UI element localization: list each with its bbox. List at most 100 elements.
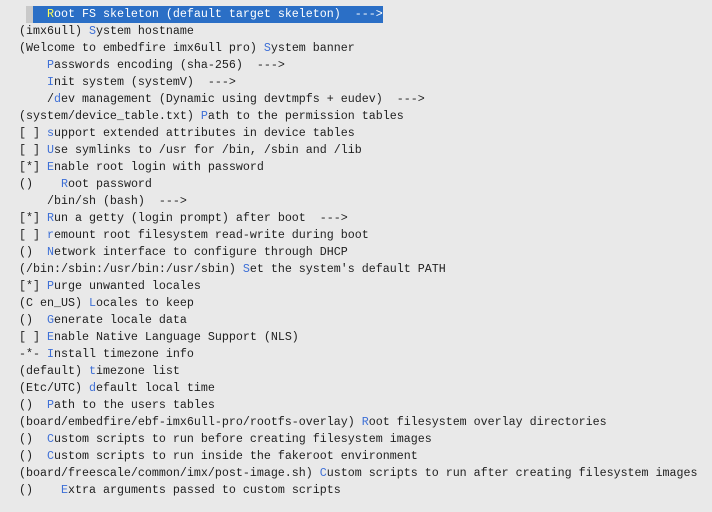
menu-item-label-rest: nstall timezone info bbox=[53, 347, 194, 361]
menu-item-text: [ ] Enable Native Language Support (NLS) bbox=[19, 330, 299, 344]
menu-item-hotkey: P bbox=[46, 398, 54, 412]
menu-item-text: (Welcome to embedfire imx6ull pro) Syste… bbox=[19, 41, 355, 55]
menu-item-label-rest: ev management (Dynamic using devtmpfs + … bbox=[60, 92, 425, 106]
menu-item[interactable]: Init system (systemV) ---> bbox=[19, 74, 698, 91]
menu-item[interactable]: (Etc/UTC) default local time bbox=[19, 380, 698, 397]
menu-item-text: () Generate locale data bbox=[19, 313, 187, 327]
menu-item-label-rest: ustom scripts to run inside the fakeroot… bbox=[53, 449, 418, 463]
menu-item[interactable]: () Generate locale data bbox=[19, 312, 698, 329]
menu-item-hotkey: N bbox=[46, 245, 54, 259]
menu-item[interactable]: (default) timezone list bbox=[19, 363, 698, 380]
menu-item-text: (imx6ull) System hostname bbox=[19, 24, 194, 38]
menu-item[interactable]: [ ] Use symlinks to /usr for /bin, /sbin… bbox=[19, 142, 698, 159]
menu-item-label-pre: [ ] bbox=[19, 330, 47, 344]
menu-item-text: (C en_US) Locales to keep bbox=[19, 296, 194, 310]
menu-item-hotkey: r bbox=[46, 228, 54, 242]
menu-item-text: (default) timezone list bbox=[19, 364, 180, 378]
menu-item-label-pre bbox=[19, 7, 47, 21]
menu-item-label-pre: () bbox=[19, 177, 61, 191]
menu-item-hotkey: P bbox=[200, 109, 208, 123]
menu-item-hotkey: E bbox=[46, 160, 54, 174]
menu-item-label-pre: () bbox=[19, 449, 47, 463]
menu-item[interactable]: (board/embedfire/ebf-imx6ull-pro/rootfs-… bbox=[19, 414, 698, 431]
menu-item-label-pre bbox=[19, 75, 47, 89]
menu-item[interactable]: [*] Purge unwanted locales bbox=[19, 278, 698, 295]
menuconfig-list: Root FS skeleton (default target skeleto… bbox=[19, 6, 698, 499]
menu-item-hotkey: R bbox=[46, 211, 54, 225]
menu-item[interactable]: () Path to the users tables bbox=[19, 397, 698, 414]
menu-item-text: Root FS skeleton (default target skeleto… bbox=[19, 7, 383, 21]
menu-item-label-rest: oot password bbox=[67, 177, 152, 191]
menu-item-label-rest: asswords encoding (sha-256) ---> bbox=[53, 58, 285, 72]
menu-item-label-pre: [ ] bbox=[19, 126, 47, 140]
menu-item-label-rest: un a getty (login prompt) after boot ---… bbox=[53, 211, 348, 225]
menu-item-label-pre: () bbox=[19, 398, 47, 412]
menu-item[interactable]: () Extra arguments passed to custom scri… bbox=[19, 482, 698, 499]
menu-item-text: /bin/sh (bash) ---> bbox=[19, 194, 187, 208]
menu-item-label-rest: imezone list bbox=[95, 364, 180, 378]
menu-item-hotkey: I bbox=[46, 347, 54, 361]
menu-item[interactable]: [ ] remount root filesystem read-write d… bbox=[19, 227, 698, 244]
menu-item-label-rest: emount root filesystem read-write during… bbox=[53, 228, 369, 242]
menu-item[interactable]: [ ] support extended attributes in devic… bbox=[19, 125, 698, 142]
menu-item-label-rest: nable Native Language Support (NLS) bbox=[53, 330, 299, 344]
menu-item-hotkey: I bbox=[46, 75, 54, 89]
menu-item-hotkey: R bbox=[361, 415, 369, 429]
menu-item-hotkey: G bbox=[46, 313, 54, 327]
menu-item-text: [*] Purge unwanted locales bbox=[19, 279, 201, 293]
menu-item[interactable]: Passwords encoding (sha-256) ---> bbox=[19, 57, 698, 74]
menu-item[interactable]: [ ] Enable Native Language Support (NLS) bbox=[19, 329, 698, 346]
menu-item-hotkey: P bbox=[46, 279, 54, 293]
menu-item-label-rest: xtra arguments passed to custom scripts bbox=[67, 483, 341, 497]
menu-item-hotkey: S bbox=[242, 262, 250, 276]
menu-item-label-pre: / bbox=[19, 92, 54, 106]
menu-item-label-rest: ath to the permission tables bbox=[207, 109, 404, 123]
menu-item-text: Passwords encoding (sha-256) ---> bbox=[19, 58, 285, 72]
menu-item[interactable]: () Custom scripts to run inside the fake… bbox=[19, 448, 698, 465]
menu-item[interactable]: (imx6ull) System hostname bbox=[19, 23, 698, 40]
menu-item[interactable]: /bin/sh (bash) ---> bbox=[19, 193, 698, 210]
menu-item-label-pre bbox=[19, 58, 47, 72]
menu-item-text: (system/device_table.txt) Path to the pe… bbox=[19, 109, 404, 123]
menu-item-text: (board/embedfire/ebf-imx6ull-pro/rootfs-… bbox=[19, 415, 607, 429]
menu-item-label-pre: [*] bbox=[19, 211, 47, 225]
menu-item-text: (/bin:/sbin:/usr/bin:/usr/sbin) Set the … bbox=[19, 262, 446, 276]
menu-item-label-rest: nit system (systemV) ---> bbox=[53, 75, 236, 89]
menu-item-label-rest: upport extended attributes in device tab… bbox=[53, 126, 355, 140]
menu-item[interactable]: (system/device_table.txt) Path to the pe… bbox=[19, 108, 698, 125]
menu-item-hotkey: P bbox=[46, 58, 54, 72]
menu-item-label-pre: [ ] bbox=[19, 228, 47, 242]
menu-item[interactable]: [*] Run a getty (login prompt) after boo… bbox=[19, 210, 698, 227]
menu-item[interactable]: (C en_US) Locales to keep bbox=[19, 295, 698, 312]
menu-item[interactable]: -*- Install timezone info bbox=[19, 346, 698, 363]
menu-item[interactable]: () Root password bbox=[19, 176, 698, 193]
menu-item-text: (board/freescale/common/imx/post-image.s… bbox=[19, 466, 698, 480]
menu-item-hotkey: R bbox=[60, 177, 68, 191]
menu-item[interactable]: (/bin:/sbin:/usr/bin:/usr/sbin) Set the … bbox=[19, 261, 698, 278]
menu-item-label-rest: oot FS skeleton (default target skeleton… bbox=[53, 7, 383, 21]
menu-item-hotkey: d bbox=[53, 92, 61, 106]
menu-item-hotkey: d bbox=[88, 381, 96, 395]
menu-item-text: (Etc/UTC) default local time bbox=[19, 381, 215, 395]
menu-item-label-pre: (imx6ull) bbox=[19, 24, 89, 38]
menu-item-hotkey: S bbox=[263, 41, 271, 55]
menu-item[interactable]: () Custom scripts to run before creating… bbox=[19, 431, 698, 448]
menu-item-selected[interactable]: Root FS skeleton (default target skeleto… bbox=[19, 6, 698, 23]
menu-item-hotkey: U bbox=[46, 143, 54, 157]
menu-item[interactable]: /dev management (Dynamic using devtmpfs … bbox=[19, 91, 698, 108]
menu-item-label-pre: (/bin:/sbin:/usr/bin:/usr/sbin) bbox=[19, 262, 243, 276]
menu-item-label-pre: () bbox=[19, 483, 61, 497]
menu-item-label-rest: enerate locale data bbox=[53, 313, 187, 327]
menu-item-label-pre: /bin/sh (bash) ---> bbox=[19, 194, 187, 208]
menu-item-label-pre: (board/embedfire/ebf-imx6ull-pro/rootfs-… bbox=[19, 415, 362, 429]
menu-item[interactable]: (Welcome to embedfire imx6ull pro) Syste… bbox=[19, 40, 698, 57]
menu-item-label-pre: (default) bbox=[19, 364, 89, 378]
menu-item[interactable]: () Network interface to configure throug… bbox=[19, 244, 698, 261]
menu-item[interactable]: (board/freescale/common/imx/post-image.s… bbox=[19, 465, 698, 482]
menu-item-label-pre: (Etc/UTC) bbox=[19, 381, 89, 395]
menu-item-label-pre: [ ] bbox=[19, 143, 47, 157]
menu-item[interactable]: [*] Enable root login with password bbox=[19, 159, 698, 176]
menu-item-label-pre: () bbox=[19, 313, 47, 327]
menu-item-label-rest: oot filesystem overlay directories bbox=[368, 415, 607, 429]
menu-item-text: -*- Install timezone info bbox=[19, 347, 194, 361]
